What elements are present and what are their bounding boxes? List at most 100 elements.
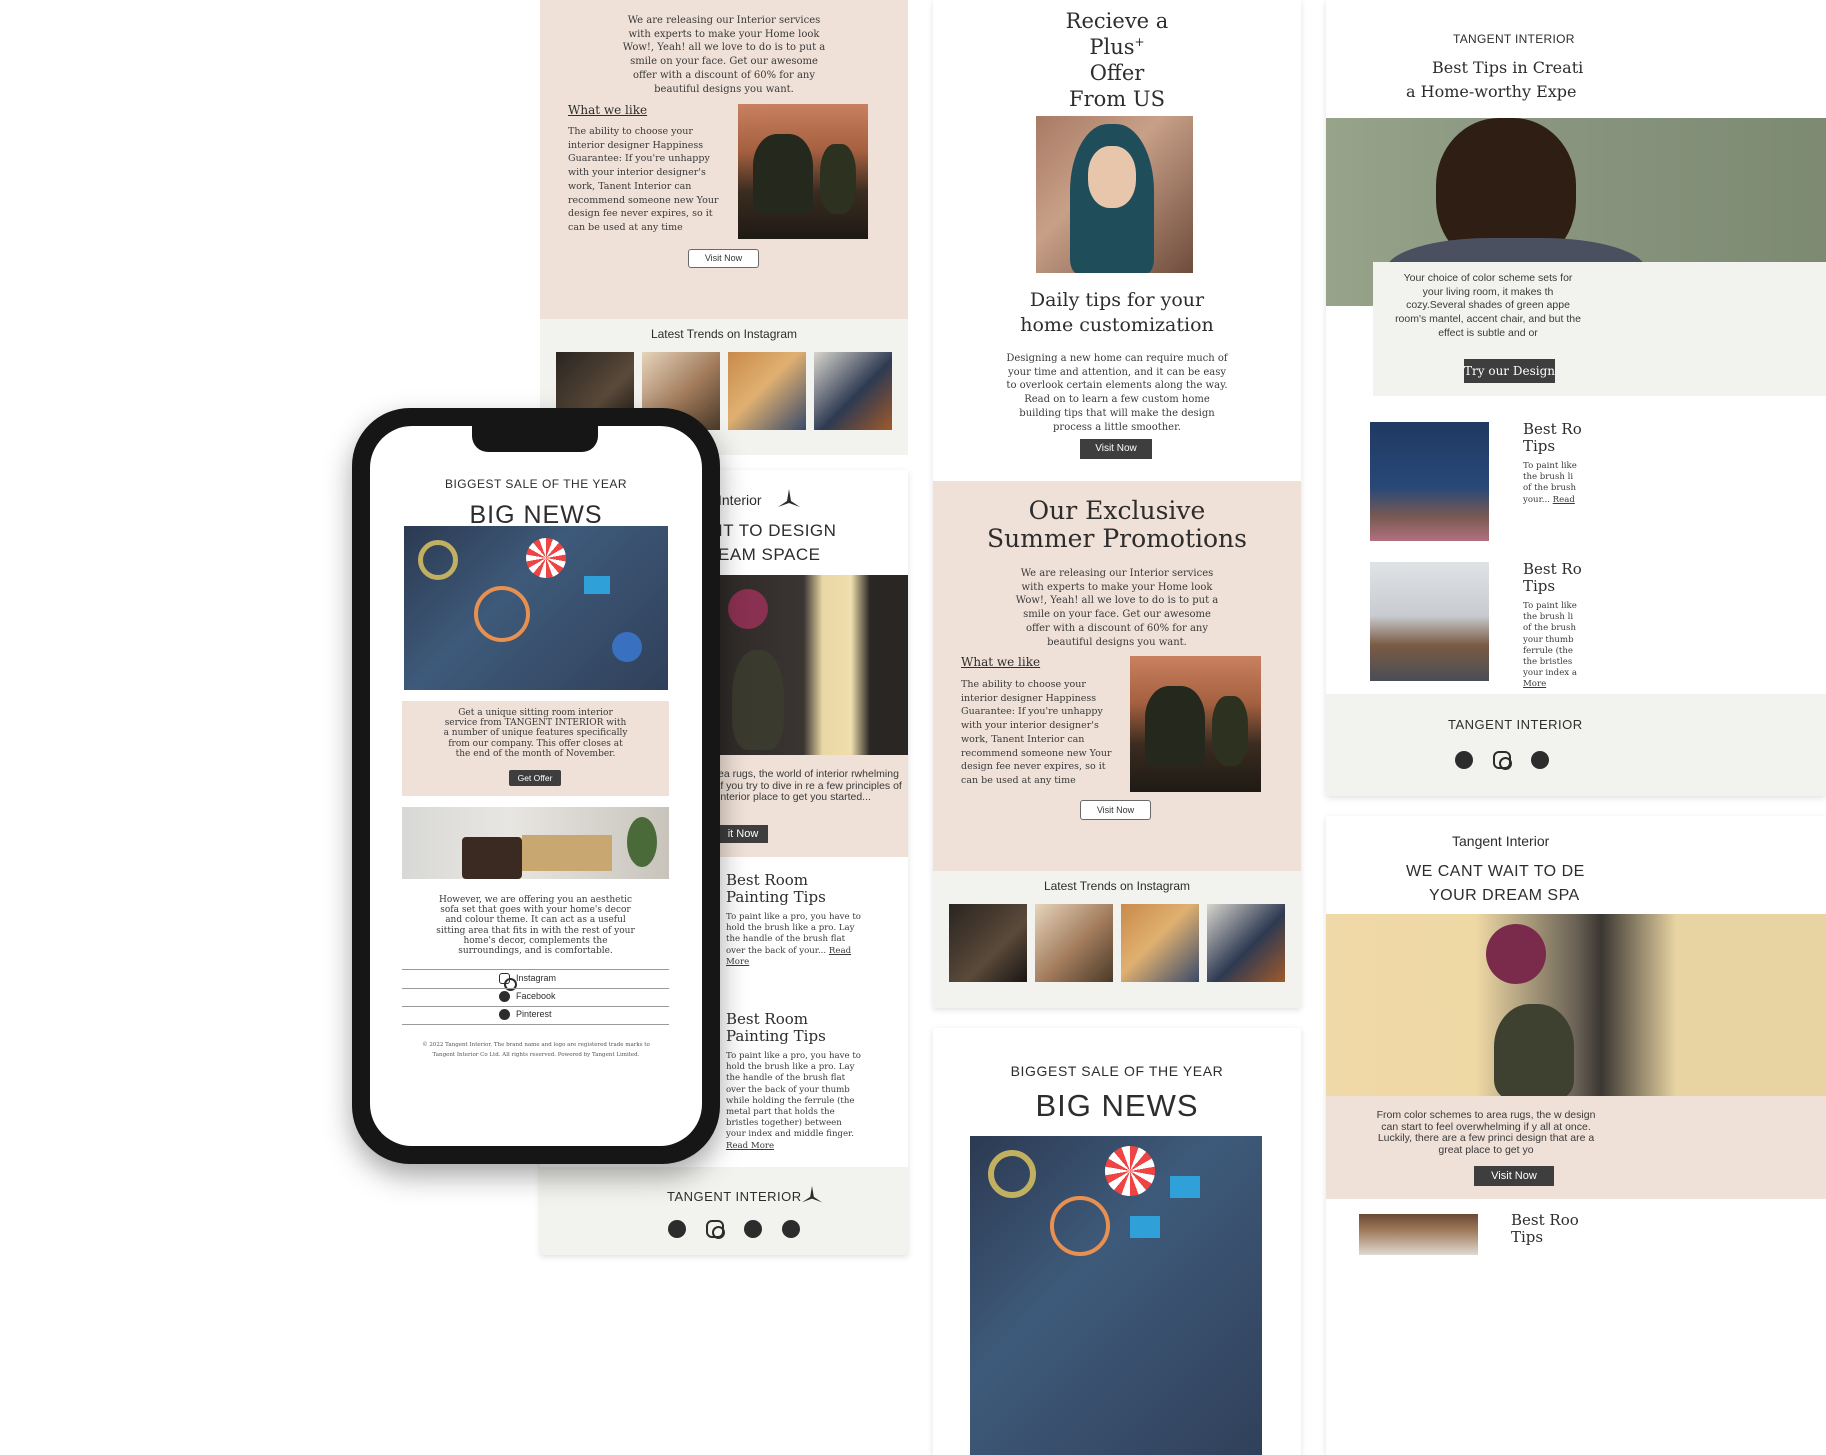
what-we-like-text: The ability to choose your interior desi…	[568, 126, 719, 233]
read-more-link[interactable]: Read More	[726, 1141, 774, 1151]
instagram-title: Latest Trends on Instagram	[650, 327, 798, 341]
brand-name: TANGENT INTERIOR	[1453, 32, 1575, 46]
sofa-room-photo	[402, 807, 669, 879]
legal-text: © 2022 Tangent Interior. The brand name …	[422, 1042, 650, 1058]
phone-screen: BIGGEST SALE OF THE YEAR BIG NEWS Get a …	[370, 426, 702, 1146]
instagram-photo-4[interactable]	[814, 352, 892, 430]
dream-space-body: From color schemes to area rugs, the w d…	[1376, 1109, 1596, 1156]
pinterest-icon[interactable]	[782, 1220, 800, 1238]
instagram-title: Latest Trends on Instagram	[1043, 879, 1191, 893]
article-title: Best Room Painting Tips	[726, 871, 826, 906]
read-more-link[interactable]: More	[1523, 679, 1546, 689]
dream-space-text-block: From color schemes to area rugs, the w d…	[1326, 1096, 1826, 1199]
social-link-pinterest[interactable]: Pinterest	[402, 1007, 669, 1024]
what-we-like-text: The ability to choose your interior desi…	[961, 679, 1112, 786]
article-title: Best Ro Tips	[1523, 420, 1582, 455]
footer: TANGENT INTERIOR	[540, 1167, 908, 1255]
offer-block: Get a unique sitting room interior servi…	[402, 701, 669, 796]
get-offer-button[interactable]: Get Offer	[509, 770, 561, 786]
vase-flower-photo	[1326, 914, 1826, 1096]
tips-title-line-2: home customization	[1020, 314, 1214, 336]
promo-title-line-2: Summer Promotions	[987, 524, 1247, 553]
headline-line-1: WE CANT WAIT TO DE	[1406, 863, 1585, 880]
instagram-photo-4[interactable]	[1207, 904, 1285, 982]
instagram-icon	[499, 973, 517, 991]
visit-now-button[interactable]: Visit Now	[688, 249, 759, 268]
phone-mockup: BIGGEST SALE OF THE YEAR BIG NEWS Get a …	[352, 408, 720, 1164]
article-title: Best Room Painting Tips	[726, 1010, 826, 1045]
instagram-section: Latest Trends on Instagram	[933, 871, 1301, 1008]
try-our-design-button[interactable]: Try our Design	[1464, 359, 1555, 383]
logo-icon	[801, 1185, 823, 1203]
headline-line-3: Offer	[1089, 61, 1145, 85]
social-link-facebook[interactable]: Facebook	[402, 989, 669, 1006]
eyebrow-text: BIGGEST SALE OF THE YEAR	[1010, 1063, 1224, 1079]
article-body: To paint like the brush li of the brush …	[1523, 601, 1577, 690]
facebook-icon	[499, 991, 510, 1002]
article-body: To paint like the brush li of the brush …	[1523, 461, 1577, 505]
footer-brand: TANGENT INTERIOR	[667, 1189, 802, 1204]
footer: TANGENT INTERIOR	[1326, 694, 1826, 796]
headline-line-2: Plus+	[1089, 35, 1145, 59]
headline-line-1: IT TO DESIGN	[718, 521, 837, 540]
read-more-link[interactable]: Read	[1553, 495, 1575, 505]
social-label: Instagram	[516, 973, 557, 983]
social-label: Pinterest	[516, 1009, 552, 1019]
article-thumb-photo	[1359, 1214, 1478, 1255]
carnival-aerial-photo	[970, 1136, 1262, 1455]
title-line-1: Best Tips in Creati	[1432, 58, 1584, 77]
twitter-icon[interactable]	[668, 1220, 686, 1238]
email-card-dream-space-right: Tangent Interior WE CANT WAIT TO DE YOUR…	[1326, 816, 1826, 1455]
headline-line-2: YOUR DREAM SPA	[1429, 887, 1580, 904]
instagram-photo-2[interactable]	[1035, 904, 1113, 982]
visit-now-button[interactable]: Visit Now	[1080, 439, 1152, 459]
article-body: To paint like a pro, you have to hold th…	[726, 912, 861, 967]
headline-line-2: EAM SPACE	[718, 545, 821, 564]
visit-now-button[interactable]: Visit Now	[1080, 800, 1151, 820]
brand-name: Interior	[718, 492, 762, 508]
sofa-body: However, we are offering you an aestheti…	[436, 895, 635, 957]
twitter-icon[interactable]	[1455, 751, 1473, 769]
article-body: To paint like a pro, you have to hold th…	[726, 1051, 861, 1151]
big-news-title: BIG NEWS	[1035, 1088, 1199, 1123]
what-we-like-heading[interactable]: What we like	[568, 103, 647, 117]
footer-brand: TANGENT INTERIOR	[1448, 717, 1583, 732]
logo-icon	[778, 489, 800, 507]
headline-line-1: Recieve a	[1065, 9, 1169, 33]
article-title: Best Ro Tips	[1523, 560, 1582, 595]
facebook-icon[interactable]	[1531, 751, 1549, 769]
facebook-icon[interactable]	[744, 1220, 762, 1238]
email-card-plus-offer: Recieve a Plus+ Offer From US Daily tips…	[933, 0, 1301, 1008]
promo-body: We are releasing our Interior services w…	[1015, 568, 1219, 648]
offer-body: Get a unique sitting room interior servi…	[443, 708, 628, 759]
intro-text: We are releasing our Interior services w…	[622, 15, 826, 95]
color-scheme-block: Your choice of color scheme sets for you…	[1373, 262, 1826, 396]
dining-room-photo	[1370, 562, 1489, 681]
promo-title-line-1: Our Exclusive	[1028, 496, 1206, 525]
instagram-photo-1[interactable]	[949, 904, 1027, 982]
palm-room-photo	[1130, 656, 1261, 792]
social-label: Facebook	[516, 991, 556, 1001]
instagram-icon[interactable]	[1493, 751, 1512, 770]
woman-hoodie-photo	[1036, 116, 1193, 273]
dream-space-text-block: ea rugs, the world of interior rwhelming…	[718, 755, 908, 857]
instagram-photo-3[interactable]	[1121, 904, 1199, 982]
email-card-big-news: BIGGEST SALE OF THE YEAR BIG NEWS	[933, 1028, 1301, 1455]
instagram-photo-3[interactable]	[728, 352, 806, 430]
visit-now-button[interactable]: Visit Now	[1474, 1166, 1554, 1186]
article-title: Best Roo Tips	[1511, 1211, 1579, 1246]
color-scheme-body: Your choice of color scheme sets for you…	[1395, 272, 1581, 339]
palm-room-photo	[738, 104, 868, 239]
brand-name: Tangent Interior	[1452, 833, 1550, 849]
visit-now-button[interactable]: it Now	[718, 825, 768, 843]
title-line-2: a Home-worthy Expe	[1406, 82, 1577, 101]
summer-promotions-section: Our Exclusive Summer Promotions We are r…	[933, 481, 1301, 871]
what-we-like-heading[interactable]: What we like	[961, 655, 1040, 669]
headline-line-4: From US	[1069, 87, 1165, 111]
pinterest-icon	[499, 1009, 510, 1020]
phone-notch	[472, 426, 598, 452]
tips-body: Designing a new home can require much of…	[1006, 353, 1228, 433]
instagram-icon[interactable]	[706, 1220, 725, 1239]
social-link-instagram[interactable]: Instagram	[402, 971, 669, 991]
social-divider	[402, 969, 669, 970]
